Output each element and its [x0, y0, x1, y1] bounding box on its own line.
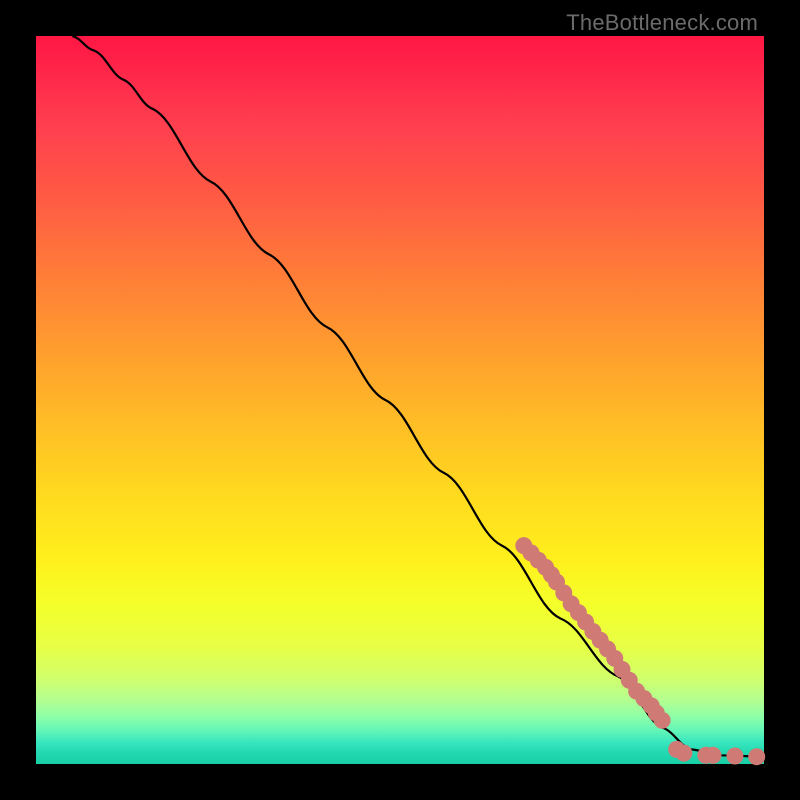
data-marker [726, 748, 743, 765]
data-marker [654, 712, 671, 729]
data-marker [705, 747, 722, 764]
plot-area [36, 36, 764, 764]
watermark-text: TheBottleneck.com [566, 10, 758, 36]
data-marker [675, 745, 692, 762]
chart-frame: TheBottleneck.com [0, 0, 800, 800]
marker-group [515, 537, 765, 765]
chart-svg [36, 36, 764, 764]
trend-curve [72, 36, 764, 757]
data-marker [748, 748, 765, 765]
